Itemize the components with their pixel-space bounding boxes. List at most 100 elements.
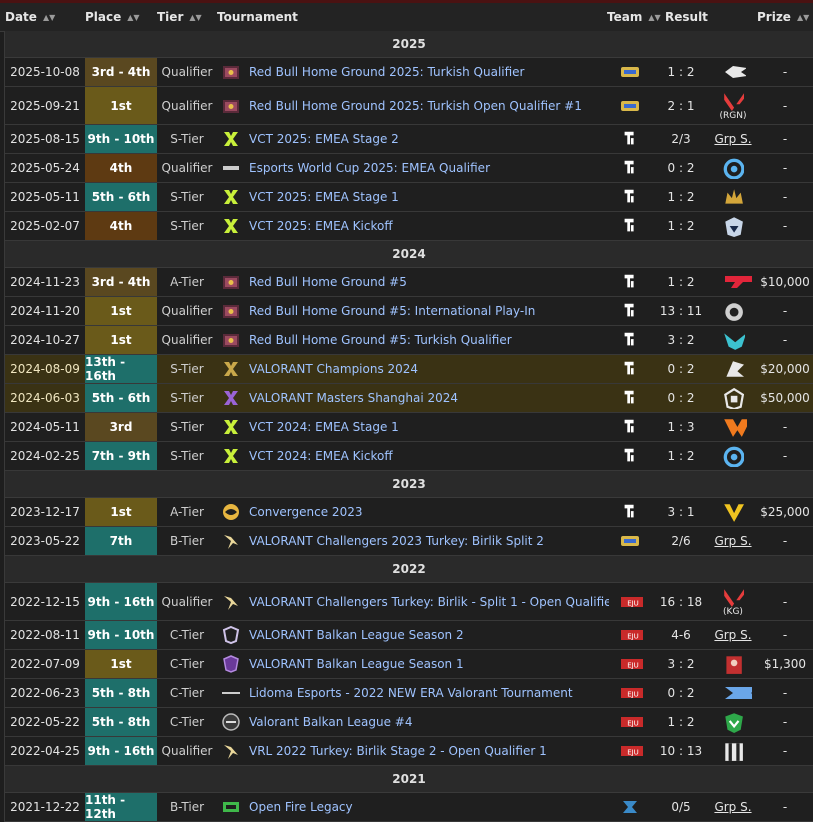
row-tier[interactable]: S-Tier bbox=[157, 355, 217, 383]
row-tier[interactable]: B-Tier bbox=[157, 527, 217, 555]
team-logo-white-icon[interactable] bbox=[615, 297, 645, 325]
tournament-link[interactable]: Red Bull Home Ground #5: Turkish Qualifi… bbox=[249, 326, 609, 354]
vct-icon[interactable] bbox=[219, 183, 243, 211]
tournament-link[interactable]: VCT 2025: EMEA Stage 1 bbox=[249, 183, 609, 211]
redbull-icon[interactable] bbox=[219, 58, 243, 86]
sort-icon[interactable]: ▲▼ bbox=[648, 4, 660, 31]
tournament-link[interactable]: VRL 2022 Turkey: Birlik Stage 2 - Open Q… bbox=[249, 737, 609, 765]
row-tier[interactable]: C-Tier bbox=[157, 621, 217, 649]
redbull-icon[interactable] bbox=[219, 268, 243, 296]
opponent-logo[interactable] bbox=[721, 358, 745, 380]
row-tier[interactable]: A-Tier bbox=[157, 498, 217, 526]
opponent-logo[interactable] bbox=[722, 387, 744, 409]
team-logo-white-icon[interactable] bbox=[615, 384, 645, 412]
opponent-logo[interactable] bbox=[719, 416, 747, 438]
opponent-logo[interactable] bbox=[722, 186, 744, 208]
row-tier[interactable]: A-Tier bbox=[157, 268, 217, 296]
opponent-logo[interactable] bbox=[722, 711, 744, 733]
challengers-icon[interactable] bbox=[219, 527, 243, 555]
opponent-logo[interactable]: (RGN) bbox=[720, 90, 746, 121]
header-prize[interactable]: Prize ▲▼ bbox=[757, 3, 813, 31]
row-tier[interactable]: S-Tier bbox=[157, 212, 217, 240]
group-stage-link[interactable]: Grp S. bbox=[714, 132, 751, 146]
convergence-icon[interactable] bbox=[219, 498, 243, 526]
tournament-link[interactable]: VALORANT Champions 2024 bbox=[249, 355, 609, 383]
row-tier[interactable]: S-Tier bbox=[157, 183, 217, 211]
vct-icon[interactable] bbox=[219, 212, 243, 240]
opponent-logo[interactable] bbox=[722, 300, 744, 322]
opponent-logo[interactable] bbox=[720, 62, 746, 82]
team-logo-white-icon[interactable] bbox=[615, 326, 645, 354]
row-tier[interactable]: Qualifier bbox=[157, 297, 217, 325]
row-tier[interactable]: Qualifier bbox=[157, 737, 217, 765]
team-logo-yellow-icon[interactable] bbox=[615, 58, 645, 86]
challengers-icon[interactable] bbox=[219, 583, 243, 620]
team-logo-white-icon[interactable] bbox=[615, 442, 645, 470]
tournament-link[interactable]: Valorant Balkan League #4 bbox=[249, 708, 609, 736]
team-logo-white-icon[interactable] bbox=[615, 154, 645, 182]
team-logo-white-icon[interactable] bbox=[615, 212, 645, 240]
team-logo-red-icon[interactable]: EJU bbox=[615, 650, 645, 678]
tournament-link[interactable]: Open Fire Legacy bbox=[249, 793, 609, 821]
row-tier[interactable]: Qualifier bbox=[157, 583, 217, 620]
ewc-icon[interactable] bbox=[219, 154, 243, 182]
row-tier[interactable]: C-Tier bbox=[157, 650, 217, 678]
tournament-link[interactable]: Red Bull Home Ground 2025: Turkish Quali… bbox=[249, 58, 609, 86]
team-logo-blue-icon[interactable] bbox=[615, 793, 645, 821]
opponent-logo[interactable] bbox=[721, 329, 745, 351]
tournament-link[interactable]: Esports World Cup 2025: EMEA Qualifier bbox=[249, 154, 609, 182]
sort-icon[interactable]: ▲▼ bbox=[127, 4, 139, 31]
team-logo-white-icon[interactable] bbox=[615, 355, 645, 383]
team-logo-white-icon[interactable] bbox=[615, 268, 645, 296]
tournament-link[interactable]: VALORANT Masters Shanghai 2024 bbox=[249, 384, 609, 412]
vct-icon[interactable] bbox=[219, 413, 243, 441]
opponent-logo[interactable] bbox=[714, 272, 752, 292]
opponent-logo[interactable] bbox=[722, 653, 744, 675]
lidoma-icon[interactable] bbox=[219, 679, 243, 707]
tournament-link[interactable]: VALORANT Challengers 2023 Turkey: Birlik… bbox=[249, 527, 609, 555]
team-logo-red-icon[interactable]: EJU bbox=[615, 583, 645, 620]
header-place[interactable]: Place ▲▼ bbox=[85, 3, 157, 31]
team-logo-white-icon[interactable] bbox=[615, 183, 645, 211]
tournament-link[interactable]: Red Bull Home Ground 2025: Turkish Open … bbox=[249, 87, 609, 124]
vct-icon[interactable] bbox=[219, 125, 243, 153]
row-tier[interactable]: Qualifier bbox=[157, 154, 217, 182]
opponent-logo[interactable] bbox=[722, 445, 744, 467]
redbull-icon[interactable] bbox=[219, 87, 243, 124]
row-tier[interactable]: Qualifier bbox=[157, 87, 217, 124]
group-stage-link[interactable]: Grp S. bbox=[714, 800, 751, 814]
redbull-icon[interactable] bbox=[219, 297, 243, 325]
sort-icon[interactable]: ▲▼ bbox=[797, 4, 809, 31]
opponent-logo[interactable]: (KG) bbox=[722, 586, 744, 617]
tournament-link[interactable]: Red Bull Home Ground #5 bbox=[249, 268, 609, 296]
opponent-logo[interactable] bbox=[722, 740, 744, 762]
tournament-link[interactable]: VCT 2024: EMEA Stage 1 bbox=[249, 413, 609, 441]
team-logo-red-icon[interactable]: EJU bbox=[615, 737, 645, 765]
team-logo-red-icon[interactable]: EJU bbox=[615, 621, 645, 649]
tournament-link[interactable]: Convergence 2023 bbox=[249, 498, 609, 526]
row-tier[interactable]: Qualifier bbox=[157, 58, 217, 86]
team-logo-red-icon[interactable]: EJU bbox=[615, 679, 645, 707]
header-tier[interactable]: Tier ▲▼ bbox=[157, 3, 217, 31]
tournament-link[interactable]: VALORANT Challengers Turkey: Birlik - Sp… bbox=[249, 583, 609, 620]
team-logo-yellow-icon[interactable] bbox=[615, 527, 645, 555]
row-tier[interactable]: S-Tier bbox=[157, 384, 217, 412]
row-tier[interactable]: S-Tier bbox=[157, 125, 217, 153]
champions-icon[interactable] bbox=[219, 355, 243, 383]
group-stage-link[interactable]: Grp S. bbox=[714, 628, 751, 642]
team-logo-white-icon[interactable] bbox=[615, 413, 645, 441]
masters-icon[interactable] bbox=[219, 384, 243, 412]
tournament-link[interactable]: VCT 2025: EMEA Stage 2 bbox=[249, 125, 609, 153]
team-logo-white-icon[interactable] bbox=[615, 498, 645, 526]
redbull-icon[interactable] bbox=[219, 326, 243, 354]
team-logo-white-icon[interactable] bbox=[615, 125, 645, 153]
row-tier[interactable]: S-Tier bbox=[157, 442, 217, 470]
tournament-link[interactable]: Lidoma Esports - 2022 NEW ERA Valorant T… bbox=[249, 679, 609, 707]
tournament-link[interactable]: VCT 2024: EMEA Kickoff bbox=[249, 442, 609, 470]
row-tier[interactable]: S-Tier bbox=[157, 413, 217, 441]
openfire-icon[interactable] bbox=[219, 793, 243, 821]
challengers-icon[interactable] bbox=[219, 737, 243, 765]
row-tier[interactable]: C-Tier bbox=[157, 708, 217, 736]
opponent-logo[interactable] bbox=[722, 157, 744, 179]
sort-icon[interactable]: ▲▼ bbox=[43, 4, 55, 31]
